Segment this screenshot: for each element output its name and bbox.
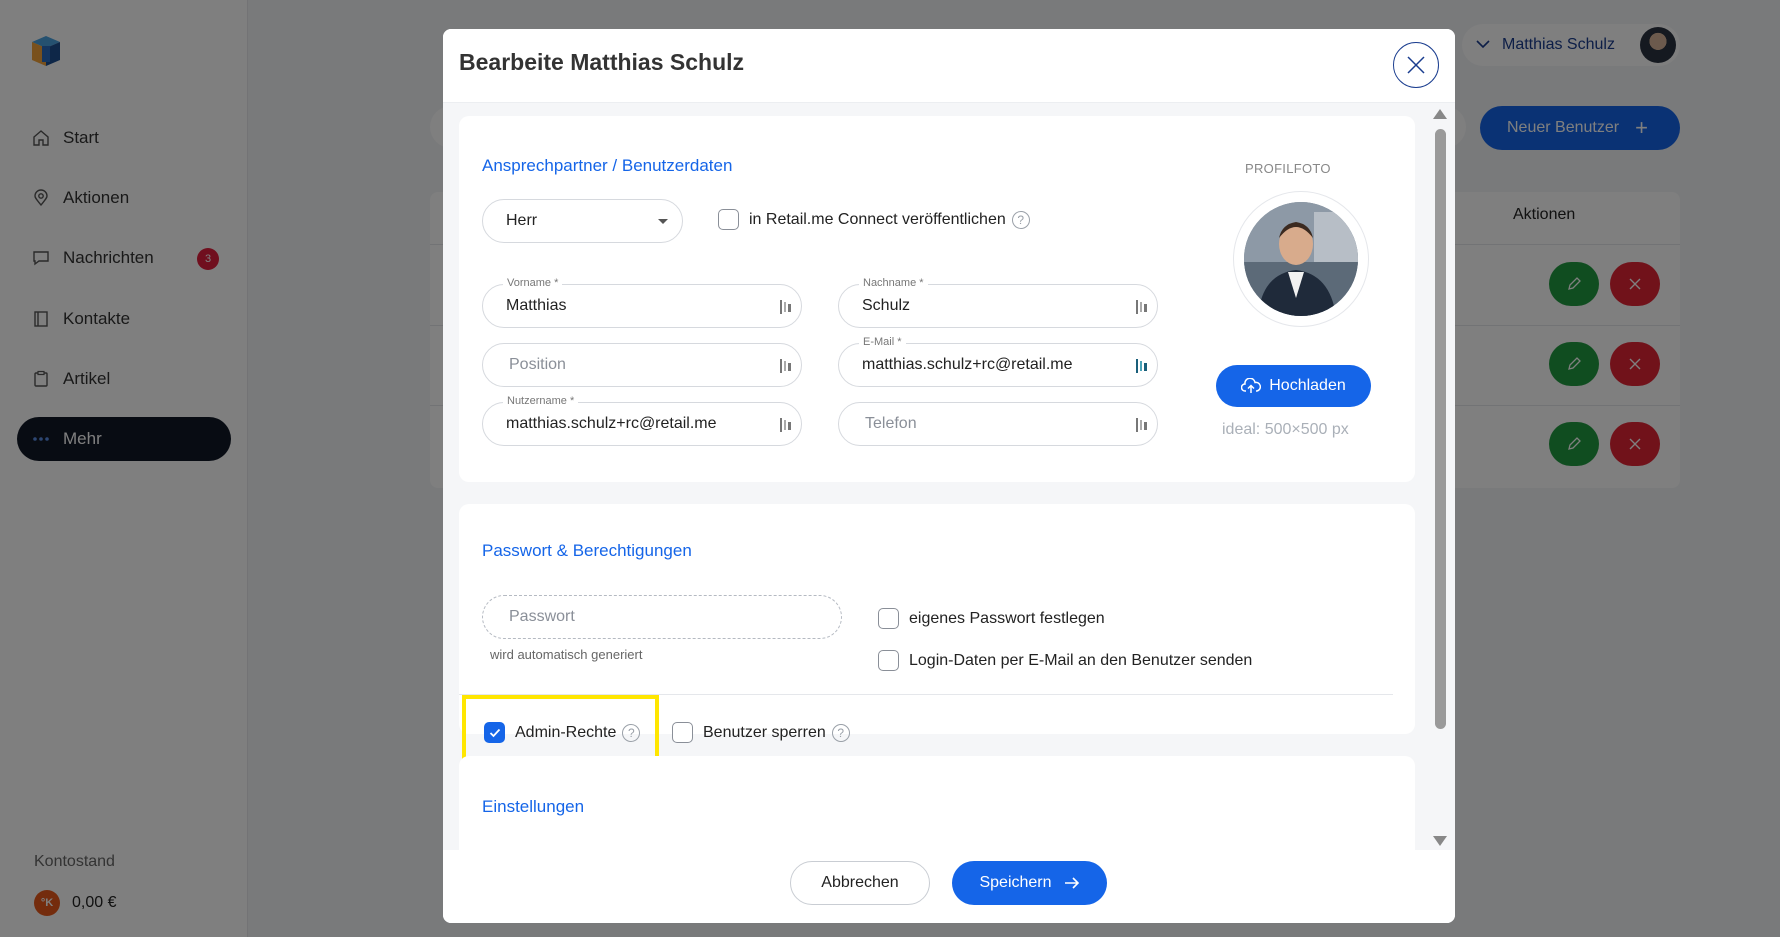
username-value: matthias.schulz+rc@retail.me (506, 415, 717, 432)
caret-down-icon (658, 219, 668, 224)
section-title: Einstellungen (482, 797, 585, 816)
username-field[interactable]: Nutzername * matthias.schulz+rc@retail.m… (482, 395, 802, 446)
profile-photo-label: PROFILFOTO (1245, 161, 1331, 176)
password-manager-icon (780, 300, 791, 314)
lastname-field[interactable]: Nachname * Schulz (838, 277, 1158, 328)
salutation-value: Herr (506, 212, 538, 229)
edit-user-dialog: Bearbeite Matthias Schulz Ansprechpartne… (443, 29, 1455, 923)
lock-user-label: Benutzer sperren (703, 723, 826, 741)
profile-image (1244, 202, 1358, 316)
own-password-label: eigenes Passwort festlegen (909, 609, 1105, 627)
scroll-down-arrow[interactable] (1433, 836, 1447, 846)
publish-checkbox[interactable]: in Retail.me Connect veröffentlichen ? (718, 209, 1030, 230)
password-manager-icon (780, 418, 791, 432)
email-value: matthias.schulz+rc@retail.me (862, 356, 1073, 373)
lastname-value: Schulz (862, 297, 911, 314)
password-manager-icon (1136, 359, 1147, 373)
modal-title: Bearbeite Matthias Schulz (459, 49, 745, 75)
password-manager-icon (1136, 418, 1147, 432)
send-login-label: Login-Daten per E-Mail an den Benutzer s… (909, 651, 1253, 669)
cloud-upload-icon (1241, 378, 1262, 394)
checkbox-box[interactable] (878, 608, 899, 629)
close-button[interactable] (1393, 42, 1439, 88)
checkbox-box[interactable] (718, 209, 739, 230)
save-button[interactable]: Speichern (952, 861, 1107, 905)
password-hint: wird automatisch generiert (490, 647, 643, 662)
publish-label: in Retail.me Connect veröffentlichen (749, 210, 1006, 228)
salutation-select[interactable]: Herr (482, 199, 683, 243)
save-label: Speichern (979, 874, 1052, 891)
username-label: Nutzername * (503, 395, 579, 407)
lastname-label: Nachname * (859, 277, 928, 289)
password-card: Passwort & Berechtigungen Passwort wird … (459, 504, 1415, 768)
arrow-right-icon (1064, 877, 1080, 889)
cancel-button[interactable]: Abbrechen (790, 861, 930, 905)
position-placeholder: Position (509, 356, 566, 373)
own-password-checkbox[interactable]: eigenes Passwort festlegen (878, 608, 1105, 629)
upload-button[interactable]: Hochladen (1216, 365, 1371, 407)
firstname-field[interactable]: Vorname * Matthias (482, 277, 802, 328)
password-field[interactable]: Passwort (482, 595, 842, 639)
settings-card: Einstellungen (459, 756, 1415, 850)
phone-placeholder: Telefon (865, 415, 917, 432)
scroll-up-arrow[interactable] (1433, 109, 1447, 119)
modal-footer: Abbrechen Speichern (443, 850, 1455, 923)
section-title: Ansprechpartner / Benutzerdaten (482, 156, 733, 175)
help-icon[interactable]: ? (831, 723, 850, 742)
ideal-size-hint: ideal: 500×500 px (1222, 421, 1349, 438)
firstname-value: Matthias (506, 297, 567, 314)
checkbox-box[interactable] (672, 722, 693, 743)
phone-field[interactable]: Telefon (838, 402, 1158, 446)
section-title: Passwort & Berechtigungen (482, 541, 692, 560)
close-icon (1407, 56, 1425, 74)
firstname-label: Vorname * (503, 277, 563, 289)
upload-label: Hochladen (1269, 377, 1346, 394)
position-field[interactable]: Position (482, 343, 802, 387)
scrollbar-thumb[interactable] (1435, 129, 1446, 729)
email-label: E-Mail * (859, 336, 906, 348)
password-manager-icon (1136, 300, 1147, 314)
checkbox-box[interactable] (878, 650, 899, 671)
lock-user-checkbox[interactable]: Benutzer sperren ? (672, 722, 850, 743)
send-login-checkbox[interactable]: Login-Daten per E-Mail an den Benutzer s… (878, 650, 1252, 671)
help-icon[interactable]: ? (1011, 210, 1030, 229)
password-placeholder: Passwort (509, 608, 575, 625)
modal-body: Ansprechpartner / Benutzerdaten Herr in … (443, 103, 1455, 850)
contact-card: Ansprechpartner / Benutzerdaten Herr in … (459, 116, 1415, 482)
email-field[interactable]: E-Mail * matthias.schulz+rc@retail.me (838, 336, 1158, 387)
modal-header: Bearbeite Matthias Schulz (443, 29, 1455, 103)
password-manager-icon (780, 359, 791, 373)
profile-photo[interactable] (1233, 191, 1369, 327)
